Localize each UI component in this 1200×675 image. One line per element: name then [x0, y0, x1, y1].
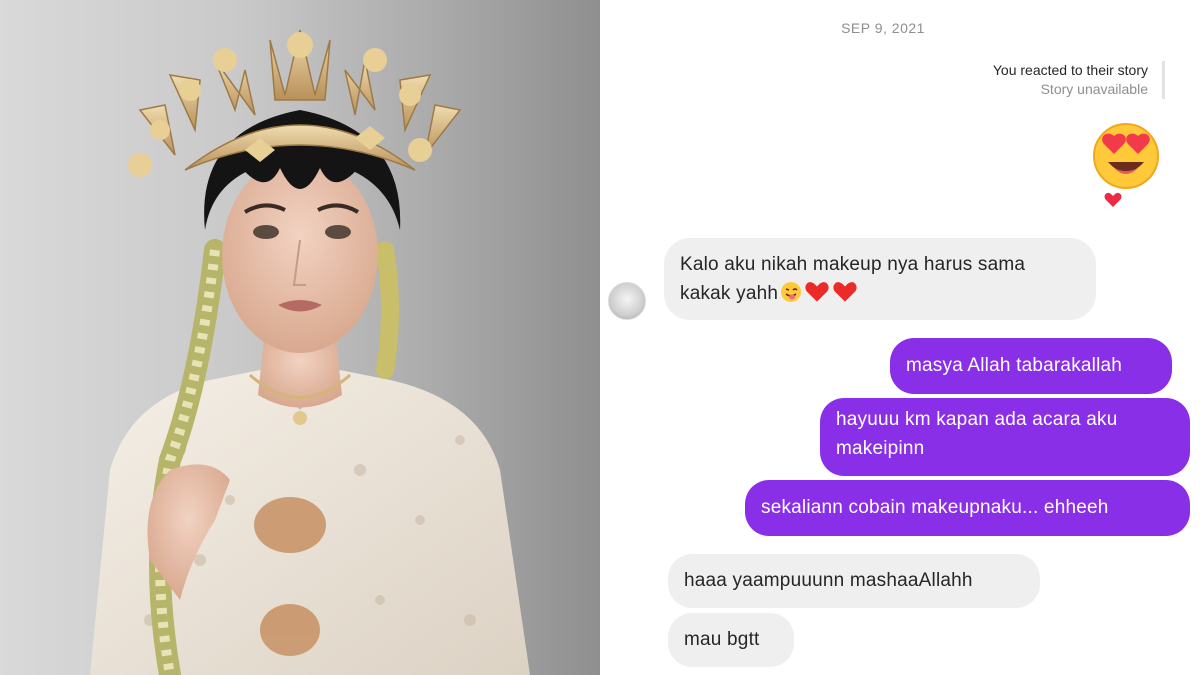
red-heart-emoji-icon — [832, 281, 858, 312]
bride-illustration — [90, 29, 530, 675]
message-text: makeipinn — [836, 438, 925, 459]
red-heart-reaction-icon — [1100, 187, 1126, 213]
message-text: hayuuu km kapan ada acara aku — [836, 409, 1118, 430]
message-text: kakak yahh — [680, 279, 1080, 312]
message-bubble-outgoing[interactable]: hayuuu km kapan ada acara aku makeipinn — [820, 398, 1190, 476]
message-bubble-outgoing[interactable]: sekaliann cobain makeupnaku... ehheeh — [745, 480, 1190, 536]
message-bubble-incoming[interactable]: haaa yaampuuunn mashaaAllahh — [668, 554, 1040, 608]
story-reaction-reference[interactable]: You reacted to their story Story unavail… — [993, 61, 1165, 99]
message-bubble-outgoing[interactable]: masya Allah tabarakallah — [890, 338, 1172, 394]
red-heart-emoji-icon — [804, 281, 830, 312]
chat-date-header: SEP 9, 2021 — [841, 20, 925, 36]
message-bubble-incoming[interactable]: Kalo aku nikah makeup nya harus sama kak… — [664, 238, 1096, 320]
heart-eyes-emoji-icon[interactable] — [1092, 122, 1160, 190]
bride-portrait-photo — [0, 0, 600, 675]
story-unavailable-label: Story unavailable — [1040, 81, 1148, 97]
contact-avatar[interactable] — [608, 282, 646, 320]
message-text: Kalo aku nikah makeup nya harus sama — [680, 254, 1026, 275]
message-bubble-incoming[interactable]: mau bgtt — [668, 613, 794, 667]
story-reaction-label: You reacted to their story — [992, 62, 1148, 78]
tongue-wink-emoji-icon — [780, 281, 802, 312]
